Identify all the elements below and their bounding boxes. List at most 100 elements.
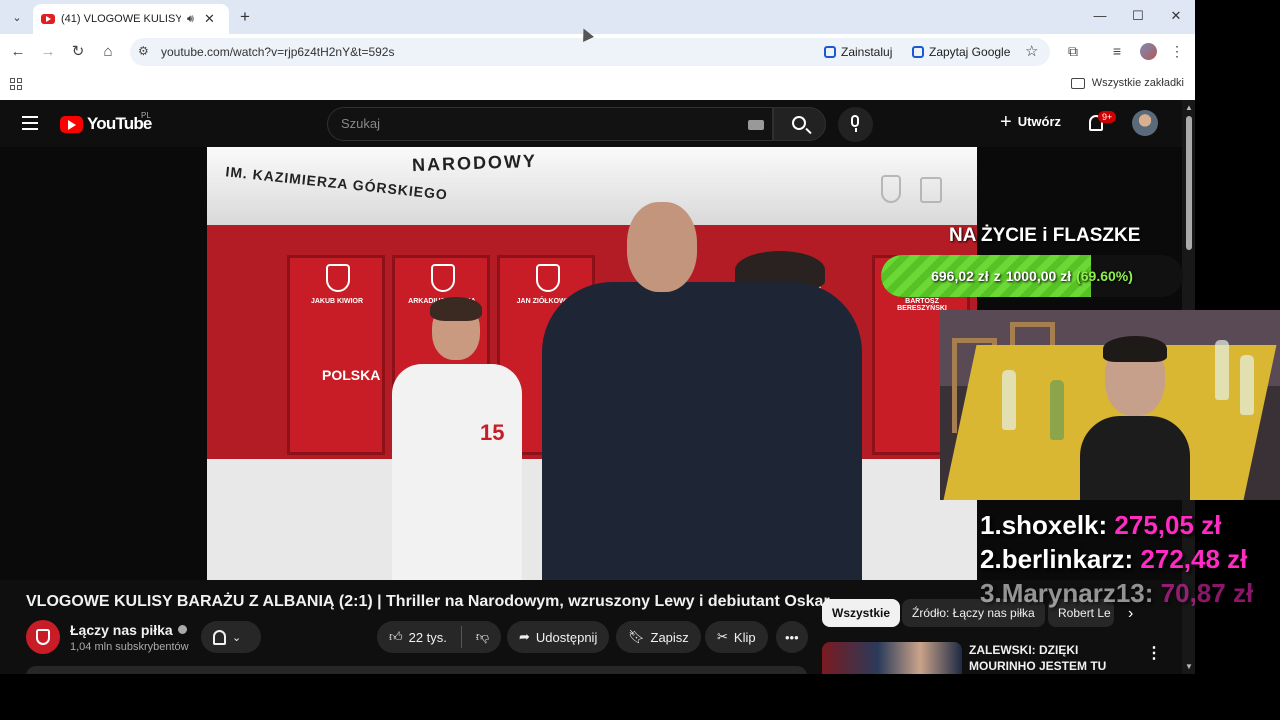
close-window-icon[interactable]: ✕ [1166,8,1186,24]
masthead: YouTube PL Szukaj + Utwórz 9+ [0,100,1182,147]
shirt-number: 15 [480,420,505,445]
verified-icon [177,625,187,634]
more-horizontal-icon: ••• [785,629,799,645]
back-arrow-icon[interactable]: ← [8,42,28,62]
leader-amount: 272,48 zł [1140,544,1248,574]
bookmark-star-icon[interactable]: ☆ [1025,42,1038,60]
logo-watermark-icon [920,177,942,203]
more-actions-button[interactable]: ••• [776,621,808,653]
goal-percent: (69.60%) [1076,268,1133,284]
tab-title: (41) VLOGOWE KULISY BARAŻU Z ALBANIĄ [61,13,181,25]
menu-hamburger-icon[interactable] [22,116,38,130]
leader-amount: 275,05 zł [1114,510,1222,540]
keyboard-icon[interactable] [748,120,764,130]
tab-active[interactable]: (41) VLOGOWE KULISY BARAŻU Z ALBANIĄ 🔊︎ … [33,4,229,34]
share-arrow-icon: ➦ [519,629,530,644]
goal-current: 696,02 zł [931,268,989,284]
microphone-icon [851,115,859,127]
scroll-down-icon[interactable]: ▼ [1185,662,1193,671]
install-icon [824,46,836,58]
recommended-thumbnail[interactable] [822,642,962,674]
forward-arrow-icon[interactable]: → [38,42,58,62]
channel-name[interactable]: Łączy nas piłka [70,622,173,638]
clip-button[interactable]: ✂ Klip [705,621,768,653]
site-info-icon[interactable]: ⚙ [138,44,149,58]
extensions-icon[interactable]: ⧉ [1064,43,1082,60]
all-bookmarks-button[interactable]: Wszystkie zakładki [1070,77,1184,89]
chip-all[interactable]: Wszystkie [822,599,901,627]
new-tab-button[interactable]: + [236,7,254,27]
save-label: Zapisz [650,629,689,645]
tab-close-icon[interactable]: ✕ [204,11,215,27]
search-input[interactable]: Szukaj [327,107,773,141]
tab-strip: ⌄ (41) VLOGOWE KULISY BARAŻU Z ALBANIĄ 🔊… [0,0,1195,34]
browser-menu-icon[interactable]: ⋮ [1168,43,1186,60]
reload-icon[interactable]: ↻ [68,42,88,62]
subscriber-count: 1,04 mln subskrybentów [70,641,189,653]
streamer-figure [1080,336,1190,500]
goal-target: 1000,00 zł [1005,268,1072,284]
profile-avatar[interactable] [1140,43,1157,60]
search-button[interactable] [773,107,826,141]
voice-search-button[interactable] [838,107,873,142]
install-button[interactable]: Zainstaluj [818,42,898,62]
leader-rank: 1. [980,510,1002,540]
channel-avatar[interactable] [26,620,60,654]
tab-search-chevron-icon[interactable]: ⌄ [6,6,28,28]
media-controls-icon[interactable]: ≡ [1108,43,1126,59]
address-bar[interactable]: ⚙ youtube.com/watch?v=rjp6z4tH2nY&t=592s… [130,38,1050,66]
leaderboard-row: 1.shoxelk: 275,05 zł [980,508,1221,542]
chevron-down-icon: ⌄ [232,631,242,644]
leader-rank: 2. [980,544,1002,574]
lens-icon [912,46,924,58]
save-button[interactable]: 🔖︎ Zapisz [616,621,701,653]
screen: ⌄ (41) VLOGOWE KULISY BARAŻU Z ALBANIĄ 🔊… [0,0,1280,720]
ask-google-button[interactable]: Zapytaj Google [906,42,1016,62]
thumbs-down-icon[interactable]: 👎︎ [476,629,489,645]
webcam-overlay [940,310,1280,500]
video-frame: NARODOWY IM. KAZIMIERZA GÓRSKIEGO JAKUB … [207,147,977,580]
description-box[interactable] [26,666,807,674]
create-button[interactable]: + Utwórz [1000,110,1062,133]
like-count[interactable]: 22 tys. [409,630,447,645]
youtube-logo[interactable]: YouTube PL [60,111,152,134]
thumbs-up-icon[interactable]: 👍︎ [389,629,403,645]
jar [1050,380,1064,440]
channel-name-row[interactable]: Łączy nas piłka [70,622,187,638]
bottle [1215,340,1229,400]
scroll-up-icon[interactable]: ▲ [1185,103,1193,112]
speaker-icon[interactable]: 🔊︎ [187,13,194,26]
leader-rank: 3. [980,578,1002,608]
folder-icon [1070,77,1085,89]
locker-name: JAKUB KIWIOR [310,298,364,305]
locker: JAKUB KIWIOR [287,255,385,455]
player-figure: 15 [382,297,532,580]
leader-name: Marynarz13: [1001,578,1154,608]
goal-separator: z [993,268,1001,284]
stadium-sign: NARODOWY [411,150,538,176]
donation-goal-bar: 696,02 zł z 1000,00 zł (69.60%) [881,255,1183,297]
youtube-logo-icon [60,115,83,133]
leaderboard-row: 3.Marynarz13: 70,87 zł [980,576,1253,610]
apps-grid-icon[interactable] [10,78,22,90]
home-icon[interactable]: ⌂ [98,42,118,62]
scrollbar-thumb[interactable] [1186,116,1192,250]
url-text[interactable]: youtube.com/watch?v=rjp6z4tH2nY&t=592s [161,45,394,59]
subscribe-notify-button[interactable]: ⌄ [201,621,261,653]
bottle [1240,355,1254,415]
plus-icon: + [1000,110,1012,133]
leader-name: shoxelk: [1001,510,1108,540]
bookmark-icon: 🔖︎ [628,629,645,644]
all-bookmarks-label: Wszystkie zakładki [1091,77,1184,89]
share-button[interactable]: ➦ Udostępnij [507,621,610,653]
minimize-icon[interactable]: — [1090,8,1110,23]
youtube-favicon-icon [41,14,55,24]
account-avatar[interactable] [1132,110,1158,136]
country-code: PL [141,111,151,120]
donation-goal-text: 696,02 zł z 1000,00 zł (69.60%) [881,255,1183,297]
create-label: Utwórz [1017,114,1062,129]
recommended-title[interactable]: ZALEWSKI: DZIĘKI MOURINHO JESTEM TU GDZI… [969,642,1139,674]
more-vertical-icon[interactable]: ⋮ [1146,643,1162,663]
maximize-icon[interactable]: ☐ [1128,8,1148,24]
bookmarks-bar: Wszystkie zakładki [0,70,1195,100]
